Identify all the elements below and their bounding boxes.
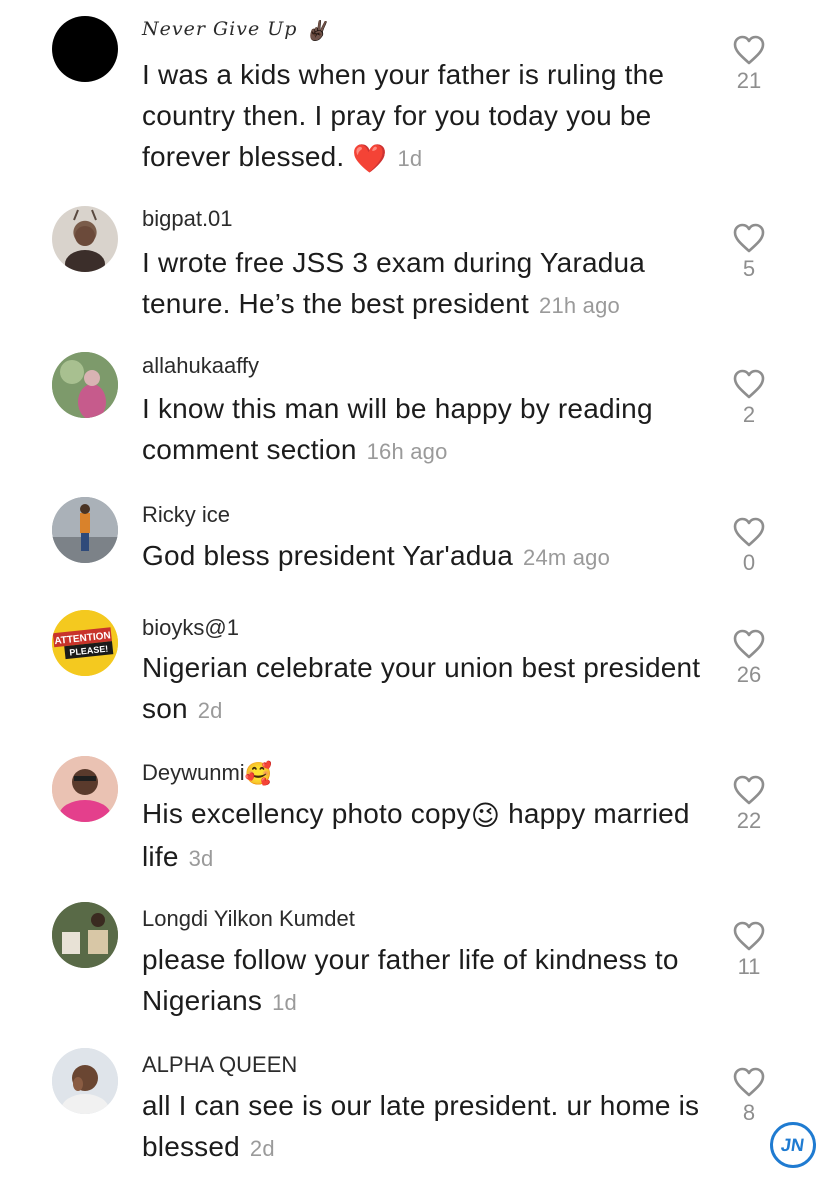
- comment-time: 2d: [197, 698, 223, 723]
- comment-username[interactable]: ALPHA QUEEN: [142, 1052, 297, 1078]
- comment-username[interactable]: allahukaaffy: [142, 353, 259, 379]
- avatar[interactable]: [52, 497, 118, 563]
- comment-time: 1d: [397, 146, 423, 171]
- like-button[interactable]: 0: [726, 516, 772, 576]
- comment-text: His excellency photo copy😉 happy married…: [142, 793, 722, 879]
- comment-text: I know this man will be happy by reading…: [142, 393, 653, 465]
- heart-outline-icon: [733, 1067, 765, 1097]
- like-count: 5: [742, 256, 756, 281]
- smiling-face-with-hearts-emoji: 🥰: [244, 761, 273, 787]
- comment-username[interactable]: bigpat.01: [142, 206, 233, 232]
- comment-time: 1d: [272, 990, 297, 1015]
- like-count: 2: [742, 402, 756, 427]
- avatar-photo-icon: [65, 209, 105, 272]
- avatar[interactable]: ATTENTION PLEASE!: [52, 610, 118, 676]
- like-button[interactable]: 5: [726, 222, 772, 282]
- avatar[interactable]: [52, 352, 118, 418]
- like-count: 11: [737, 954, 761, 979]
- heart-outline-icon: [733, 775, 765, 805]
- comment-text: all I can see is our late president. ur …: [142, 1090, 700, 1162]
- avatar[interactable]: [52, 16, 118, 82]
- like-count: 26: [736, 662, 762, 687]
- winking-face-emoji: 😉: [470, 800, 501, 832]
- comment-time: 24m ago: [523, 545, 611, 570]
- comment-text: I was a kids when your father is ruling …: [142, 54, 722, 179]
- red-heart-emoji: ❤️: [352, 143, 388, 175]
- like-count: 8: [742, 1100, 756, 1125]
- avatar-photo-icon: [52, 352, 118, 418]
- heart-outline-icon: [733, 517, 765, 547]
- like-button[interactable]: 21: [726, 34, 772, 94]
- like-button[interactable]: 8: [726, 1066, 772, 1126]
- like-button[interactable]: 22: [726, 774, 772, 834]
- comment-time: 2d: [249, 1136, 275, 1161]
- victory-hand-emoji: ✌🏿: [304, 19, 330, 42]
- watermark-text: JN: [780, 1134, 806, 1155]
- heart-outline-icon: [733, 223, 765, 253]
- avatar[interactable]: [52, 206, 118, 272]
- like-button[interactable]: 2: [726, 368, 772, 428]
- avatar[interactable]: [52, 1048, 118, 1114]
- like-button[interactable]: 11: [726, 920, 772, 980]
- like-count: 21: [736, 68, 762, 93]
- comment-text: God bless president Yar'adua 24m ago: [142, 540, 611, 571]
- comment-text: please follow your father life of kindne…: [142, 944, 679, 1016]
- comment-text: Nigerian celebrate your union best presi…: [142, 652, 701, 724]
- avatar-photo-icon: [52, 756, 118, 822]
- jn-watermark-logo: JN: [770, 1122, 816, 1168]
- comment-username[interactable]: Never Give Up ✌🏿: [142, 18, 329, 42]
- like-count: 0: [742, 550, 756, 575]
- avatar[interactable]: [52, 902, 118, 968]
- comment-time: 3d: [188, 846, 214, 872]
- like-button[interactable]: 26: [726, 628, 772, 688]
- attention-please-badge: ATTENTION PLEASE!: [52, 610, 118, 676]
- comment-username[interactable]: bioyks@1: [142, 615, 239, 641]
- avatar[interactable]: [52, 756, 118, 822]
- heart-outline-icon: [733, 35, 765, 65]
- heart-outline-icon: [733, 369, 765, 399]
- comment-time: 21h ago: [539, 293, 620, 318]
- heart-outline-icon: [733, 921, 765, 951]
- comment-text: I wrote free JSS 3 exam during Yaradua t…: [142, 247, 646, 319]
- avatar-photo-icon: [52, 902, 118, 968]
- avatar-photo-icon: [52, 497, 118, 563]
- comment-username[interactable]: Longdi Yilkon Kumdet: [142, 906, 355, 932]
- comment-username[interactable]: Ricky ice: [142, 502, 230, 528]
- heart-outline-icon: [733, 629, 765, 659]
- comment-time: 16h ago: [366, 439, 448, 464]
- like-count: 22: [736, 808, 762, 833]
- comment-username[interactable]: Deywunmi🥰: [142, 760, 272, 787]
- avatar-photo-icon: [52, 1048, 118, 1114]
